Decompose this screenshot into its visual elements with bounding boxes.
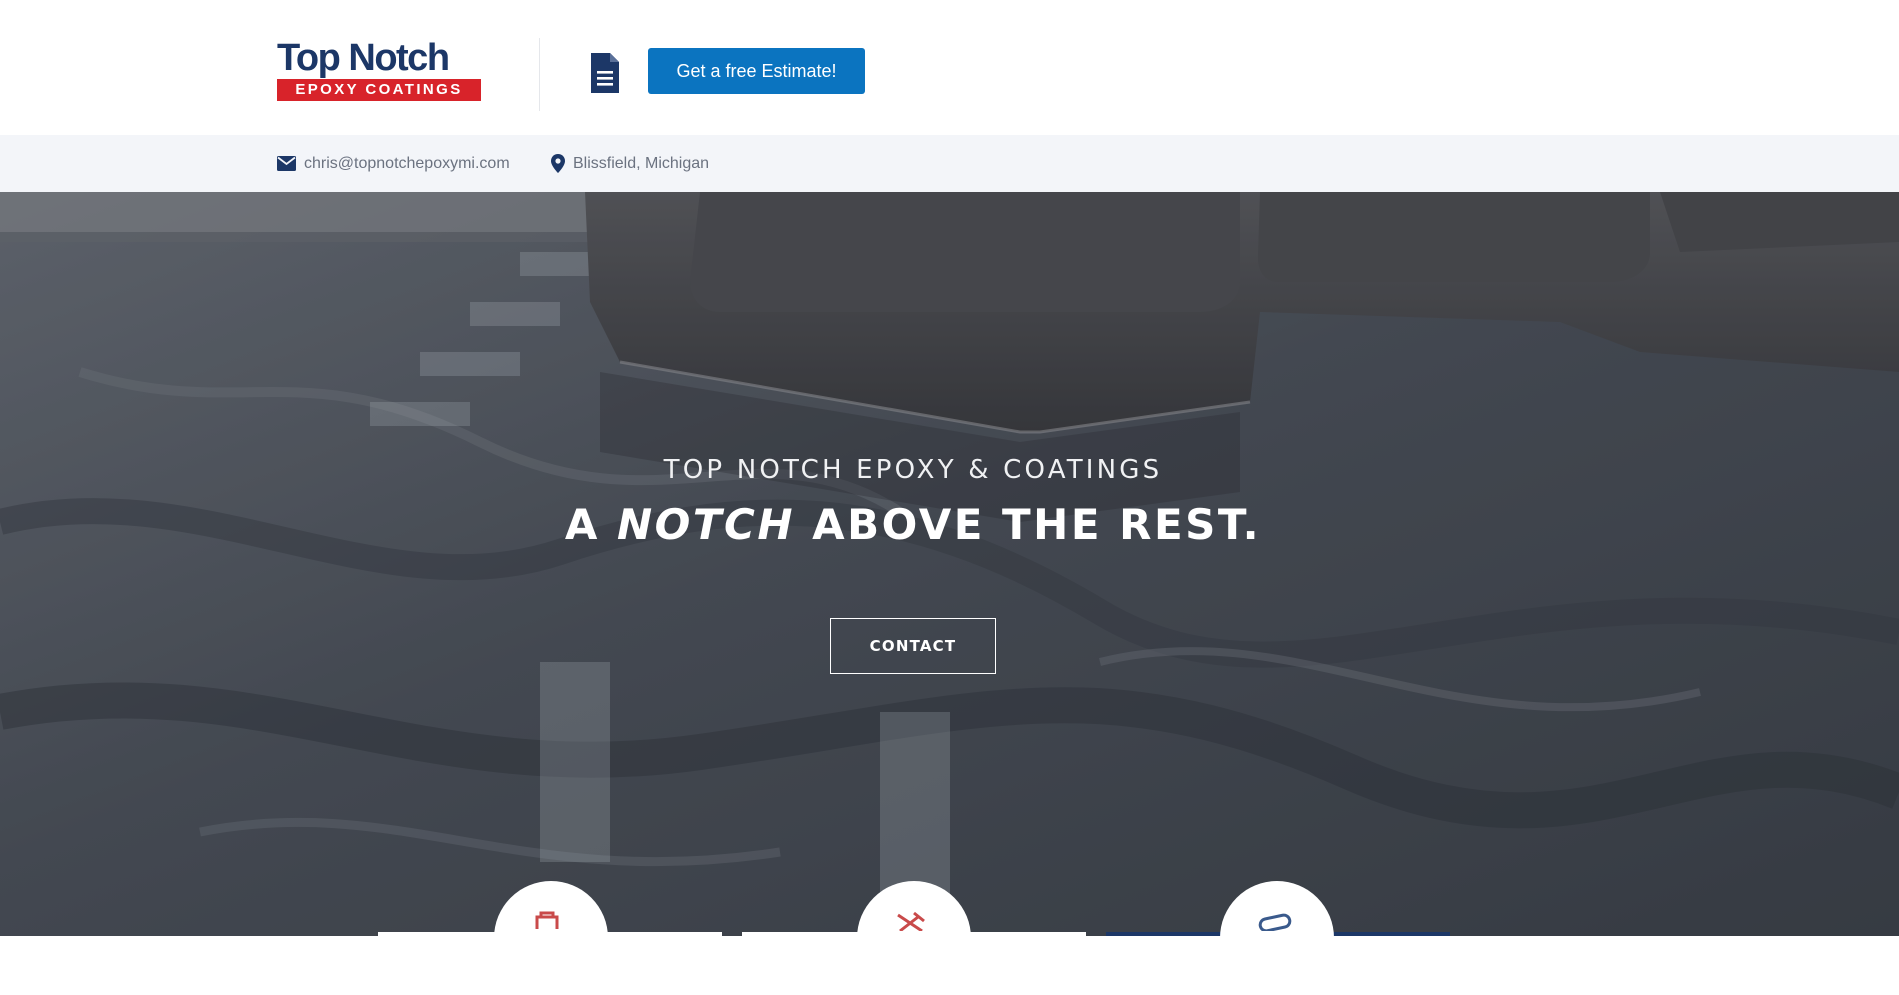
header-divider: [539, 38, 540, 111]
contact-button[interactable]: CONTACT: [830, 618, 996, 674]
logo-tagline: EPOXY COATINGS: [277, 79, 481, 101]
tools-icon: [897, 911, 925, 931]
free-estimate-button[interactable]: Get a free Estimate!: [648, 48, 865, 94]
feature-circle-1: [494, 881, 608, 995]
hero-title-emphasis: NOTCH: [617, 500, 795, 549]
email-link[interactable]: chris@topnotchepoxymi.com: [277, 135, 510, 192]
contact-bar: chris@topnotchepoxymi.com Blissfield, Mi…: [0, 135, 1899, 192]
location-text: Blissfield, Michigan: [573, 154, 710, 172]
feature-circle-3: [1220, 881, 1334, 995]
site-header: Top Notch EPOXY COATINGS Get a free Esti…: [0, 0, 1899, 135]
document-icon[interactable]: [589, 51, 621, 95]
hero-title-suffix: ABOVE THE REST.: [794, 500, 1262, 549]
hero-section: TOP NOTCH EPOXY & COATINGS A NOTCH ABOVE…: [0, 192, 1899, 936]
hero-subtitle: TOP NOTCH EPOXY & COATINGS: [663, 455, 1163, 485]
email-text: chris@topnotchepoxymi.com: [304, 154, 510, 172]
hero-overlay: [0, 192, 1899, 936]
feature-circle-2: [857, 881, 971, 995]
hero-title-prefix: A: [564, 500, 617, 549]
sealing-icon: [1258, 913, 1292, 931]
map-pin-icon: [551, 154, 565, 173]
logo[interactable]: Top Notch EPOXY COATINGS: [277, 38, 481, 102]
logo-wordmark: Top Notch: [277, 37, 450, 79]
hero-title: A NOTCH ABOVE THE REST.: [0, 500, 1826, 549]
envelope-icon: [277, 156, 296, 171]
location-info: Blissfield, Michigan: [551, 135, 709, 192]
paint-roller-icon: [535, 911, 559, 929]
